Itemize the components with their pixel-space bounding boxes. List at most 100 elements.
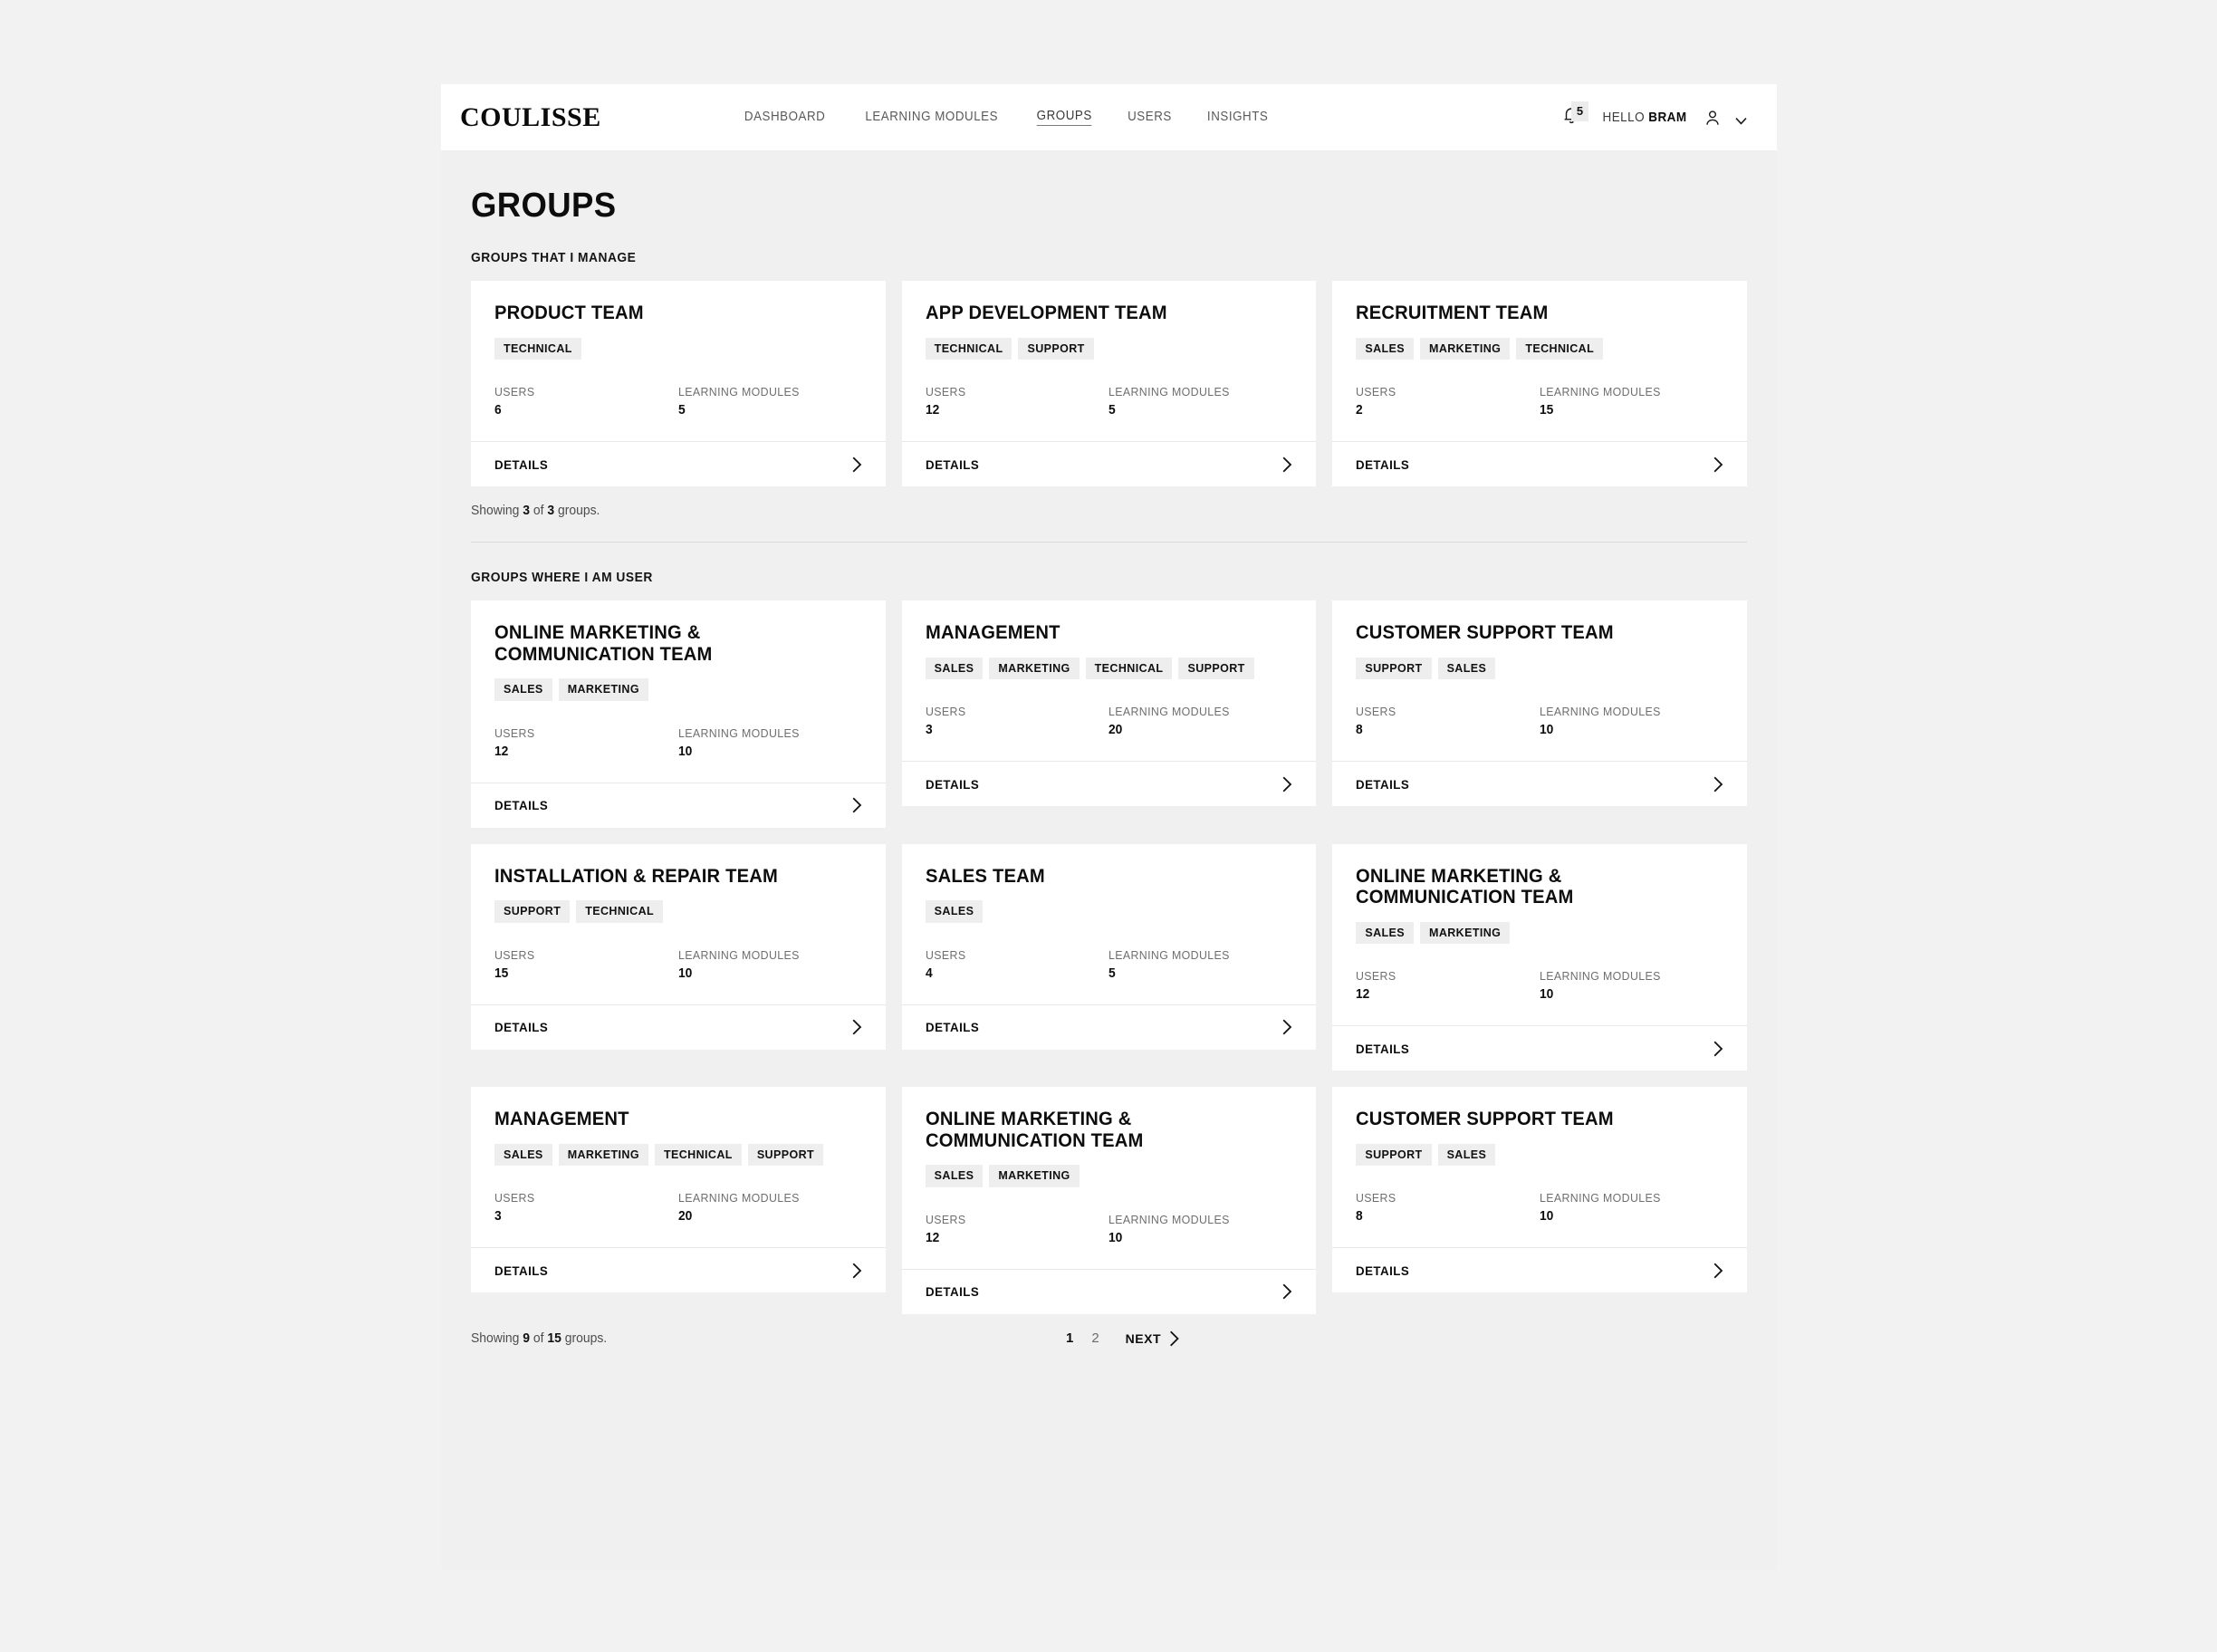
notifications-button[interactable]: 5 bbox=[1556, 101, 1589, 133]
group-tag[interactable]: SALES bbox=[925, 657, 984, 680]
group-card[interactable]: CUSTOMER SUPPORT TEAM SUPPORT SALES USERS 8 L… bbox=[1332, 600, 1747, 807]
group-card[interactable]: INSTALLATION & REPAIR TEAM SUPPORT TECHNIC… bbox=[471, 843, 886, 1050]
group-tag[interactable]: SALES bbox=[925, 1165, 984, 1187]
group-tag[interactable]: SALES bbox=[1356, 337, 1415, 360]
card-body: ONLINE MARKETING & COMMUNICATION TEAM SAL… bbox=[471, 600, 886, 783]
notification-badge: 5 bbox=[1570, 101, 1589, 121]
group-card[interactable]: RECRUITMENT TEAM SALES MARKETING TECHNICAL U… bbox=[1332, 281, 1747, 487]
group-title: ONLINE MARKETING & COMMUNICATION TEAM bbox=[494, 622, 713, 665]
group-tag[interactable]: SALES bbox=[925, 900, 984, 923]
group-tag[interactable]: TECHNICAL bbox=[654, 1143, 742, 1167]
details-button[interactable]: DETAILS bbox=[1332, 441, 1747, 486]
group-tag[interactable]: TECHNICAL bbox=[576, 900, 664, 923]
tag-row: SALES MARKETING bbox=[494, 678, 862, 701]
group-tag[interactable]: MARKETING bbox=[558, 678, 648, 701]
chevron-right-icon bbox=[1713, 1041, 1723, 1057]
group-card[interactable]: ONLINE MARKETING & COMMUNICATION TEAM SAL… bbox=[1332, 843, 1747, 1071]
group-tag[interactable]: SALES bbox=[1437, 1143, 1496, 1167]
showing-prefix: Showing bbox=[471, 1330, 523, 1346]
showing-mid: of bbox=[530, 1330, 548, 1346]
stat-users: USERS 6 bbox=[494, 385, 678, 418]
group-tag[interactable]: SUPPORT bbox=[1356, 1143, 1432, 1167]
person-icon[interactable] bbox=[1703, 108, 1723, 128]
stat-users: USERS 12 bbox=[494, 726, 678, 759]
group-card[interactable]: MANAGEMENT SALES MARKETING TECHNICAL SUPPORT… bbox=[471, 1087, 886, 1293]
group-tag[interactable]: MARKETING bbox=[989, 1165, 1080, 1187]
group-tag[interactable]: SALES bbox=[1356, 921, 1415, 945]
group-tag[interactable]: SALES bbox=[494, 1143, 552, 1167]
chevron-right-icon bbox=[852, 1263, 862, 1279]
details-button[interactable]: DETAILS bbox=[1332, 761, 1747, 806]
brand-logo[interactable]: COULISSE bbox=[460, 102, 601, 133]
group-card[interactable]: ONLINE MARKETING & COMMUNICATION TEAM SAL… bbox=[471, 600, 886, 828]
showing-suffix: groups. bbox=[554, 504, 600, 519]
group-section: GROUPS THAT I MANAGE PRODUCT TEAM TECHNICA… bbox=[471, 251, 1747, 543]
showing-count-label: Showing 3 of 3 groups. bbox=[471, 504, 1696, 518]
card-body: MANAGEMENT SALES MARKETING TECHNICAL SUPPORT… bbox=[471, 1087, 886, 1247]
stat-label-users: USERS bbox=[925, 385, 966, 399]
stat-value-users: 12 bbox=[1356, 987, 1370, 1003]
group-title: MANAGEMENT bbox=[925, 622, 1061, 644]
details-button[interactable]: DETAILS bbox=[471, 782, 886, 828]
stat-label-users: USERS bbox=[1356, 969, 1396, 984]
details-button[interactable]: DETAILS bbox=[471, 1247, 886, 1292]
group-tag[interactable]: TECHNICAL bbox=[1516, 337, 1604, 360]
group-tag[interactable]: SUPPORT bbox=[1178, 657, 1254, 680]
page-number-2[interactable]: 2 bbox=[1091, 1330, 1099, 1346]
stat-label-learning-modules: LEARNING MODULES bbox=[677, 947, 800, 962]
group-card[interactable]: CUSTOMER SUPPORT TEAM SUPPORT SALES USERS 8 L… bbox=[1332, 1087, 1747, 1293]
group-card-grid: ONLINE MARKETING & COMMUNICATION TEAM SAL… bbox=[471, 600, 1747, 1314]
details-button[interactable]: DETAILS bbox=[901, 441, 1317, 486]
group-card[interactable]: SALES TEAM SALES USERS 4 LEARNING MODULES 5 DE… bbox=[901, 843, 1317, 1050]
group-tag[interactable]: SUPPORT bbox=[494, 900, 571, 923]
group-tag[interactable]: TECHNICAL bbox=[1085, 657, 1173, 680]
stat-learning-modules: LEARNING MODULES 20 bbox=[678, 1191, 862, 1224]
chevron-right-icon bbox=[1169, 1330, 1179, 1347]
group-tag[interactable]: SUPPORT bbox=[747, 1143, 824, 1167]
group-card[interactable]: APP DEVELOPMENT TEAM TECHNICAL SUPPORT USER… bbox=[901, 281, 1317, 487]
group-card[interactable]: PRODUCT TEAM TECHNICAL USERS 6 LEARNING MODU… bbox=[471, 281, 886, 487]
group-tag[interactable]: TECHNICAL bbox=[925, 337, 1013, 360]
stat-users: USERS 3 bbox=[926, 705, 1109, 737]
details-label: DETAILS bbox=[494, 1020, 549, 1035]
stat-row: USERS 12 LEARNING MODULES 5 bbox=[926, 360, 1293, 441]
nav-item-insights[interactable]: INSIGHTS bbox=[1207, 110, 1268, 126]
stat-learning-modules: LEARNING MODULES 5 bbox=[1108, 948, 1292, 981]
sections-root: GROUPS THAT I MANAGE PRODUCT TEAM TECHNICA… bbox=[471, 251, 1747, 1369]
stat-row: USERS 2 LEARNING MODULES 15 bbox=[1356, 360, 1723, 441]
chevron-right-icon bbox=[852, 456, 862, 473]
nav-item-learning-modules[interactable]: LEARNING MODULES bbox=[865, 110, 998, 126]
nav-item-users[interactable]: USERS bbox=[1128, 110, 1172, 126]
details-button[interactable]: DETAILS bbox=[901, 761, 1317, 806]
stat-row: USERS 15 LEARNING MODULES 10 bbox=[494, 923, 862, 1004]
group-tag[interactable]: SUPPORT bbox=[1356, 657, 1432, 680]
group-title: SALES TEAM bbox=[925, 865, 1045, 887]
group-tag[interactable]: SUPPORT bbox=[1018, 337, 1094, 360]
details-button[interactable]: DETAILS bbox=[471, 441, 886, 486]
group-tag[interactable]: MARKETING bbox=[1420, 337, 1511, 360]
group-tag[interactable]: SALES bbox=[1437, 657, 1496, 680]
details-button[interactable]: DETAILS bbox=[1332, 1247, 1747, 1292]
page-number-1[interactable]: 1 bbox=[1066, 1330, 1073, 1346]
group-card[interactable]: MANAGEMENT SALES MARKETING TECHNICAL SUPPORT… bbox=[901, 600, 1317, 807]
details-button[interactable]: DETAILS bbox=[1332, 1025, 1747, 1071]
stat-row: USERS 12 LEARNING MODULES 10 bbox=[1356, 944, 1723, 1025]
tag-row: SUPPORT SALES bbox=[1356, 657, 1723, 680]
stat-users: USERS 12 bbox=[1356, 969, 1540, 1002]
chevron-down-icon[interactable] bbox=[1735, 113, 1747, 125]
group-tag[interactable]: SALES bbox=[494, 678, 552, 701]
tag-row: SALES MARKETING bbox=[1356, 921, 1723, 945]
nav-item-dashboard[interactable]: DASHBOARD bbox=[744, 110, 825, 126]
group-card[interactable]: ONLINE MARKETING & COMMUNICATION TEAM SAL… bbox=[901, 1087, 1317, 1314]
details-button[interactable]: DETAILS bbox=[901, 1268, 1317, 1314]
group-tag[interactable]: TECHNICAL bbox=[494, 337, 581, 360]
group-tag[interactable]: MARKETING bbox=[989, 657, 1080, 680]
group-tag[interactable]: MARKETING bbox=[1420, 921, 1511, 945]
stat-label-users: USERS bbox=[494, 725, 535, 740]
next-page-button[interactable]: NEXT bbox=[1126, 1330, 1179, 1347]
tag-row: SUPPORT TECHNICAL bbox=[494, 900, 862, 923]
group-tag[interactable]: MARKETING bbox=[558, 1143, 648, 1167]
details-button[interactable]: DETAILS bbox=[471, 1004, 886, 1050]
details-button[interactable]: DETAILS bbox=[901, 1004, 1317, 1050]
nav-item-groups[interactable]: GROUPS bbox=[1037, 109, 1093, 126]
